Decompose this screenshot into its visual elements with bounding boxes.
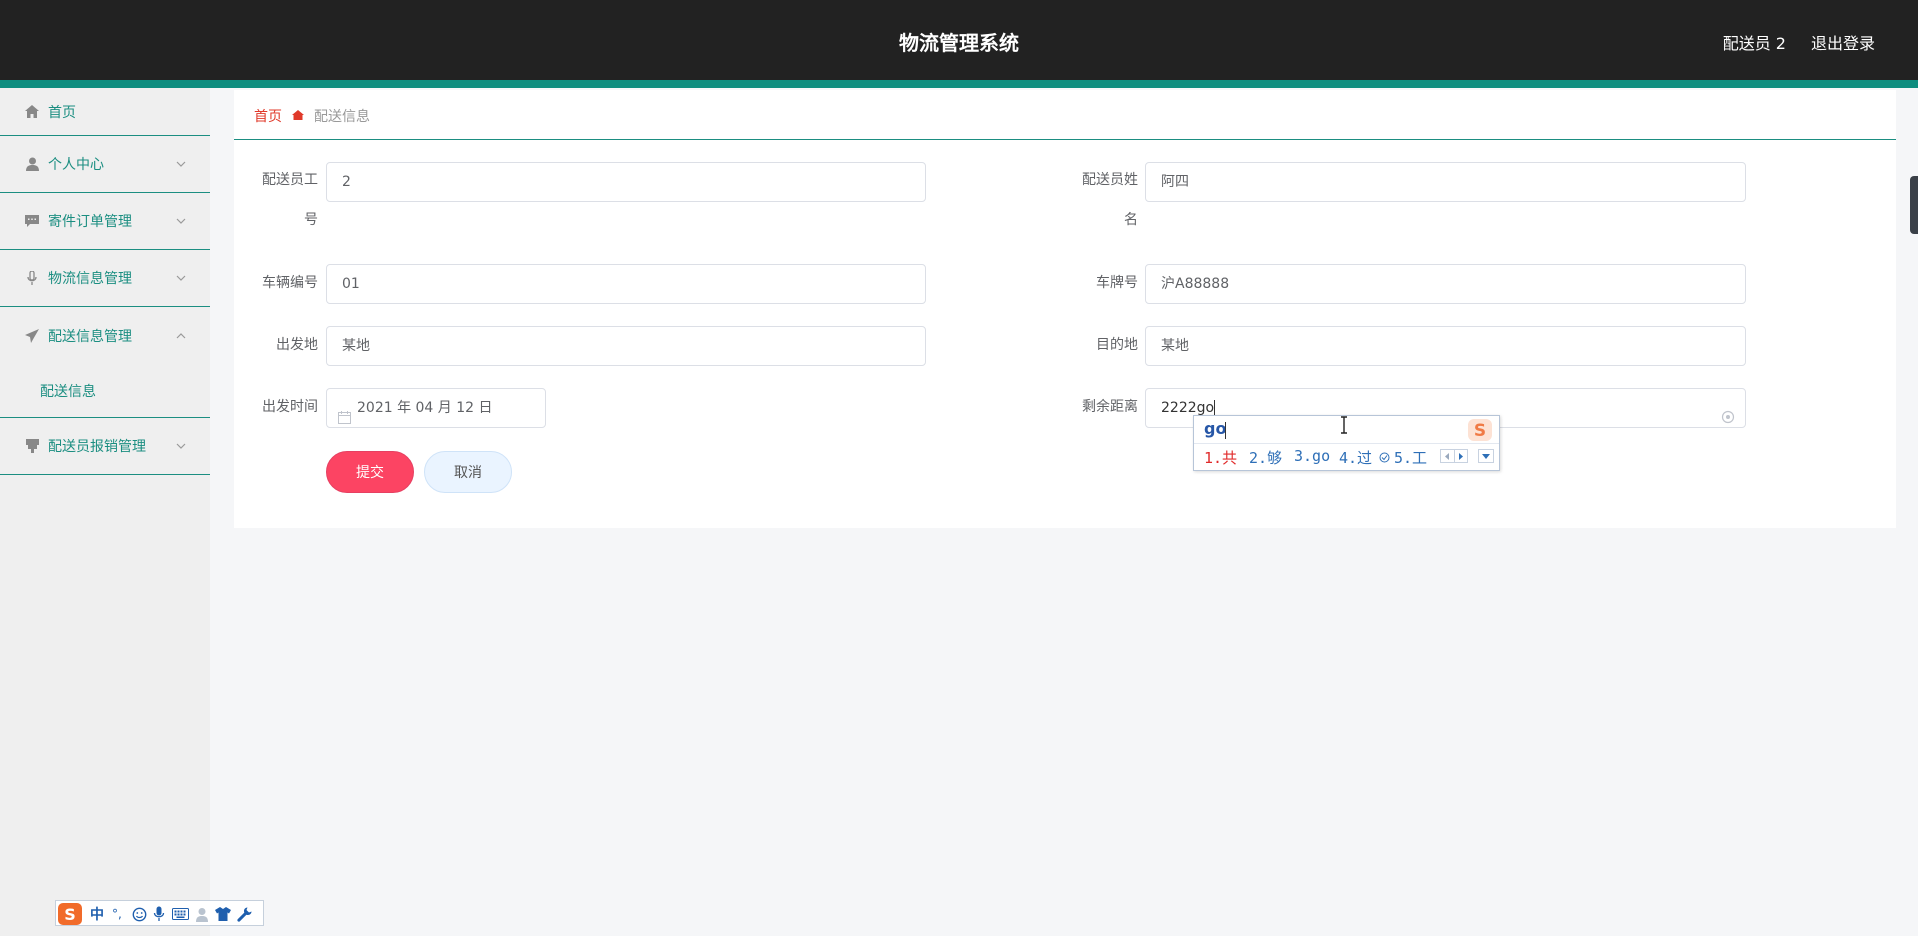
- ime-prev-page-icon[interactable]: [1441, 450, 1454, 462]
- check-circle-icon: [1379, 448, 1391, 463]
- ime-candidate[interactable]: 4.过: [1339, 447, 1372, 468]
- ime-toolbar: S 中 °,: [55, 900, 264, 926]
- user-account-icon[interactable]: [195, 904, 209, 924]
- courier-name-label: 配送员姓 名: [1082, 172, 1138, 228]
- ime-mode-toggle[interactable]: 中: [90, 904, 104, 924]
- plate-no-input[interactable]: 沪A88888: [1145, 264, 1746, 304]
- ime-candidate[interactable]: 2.够: [1249, 447, 1282, 468]
- ime-page-nav: [1440, 449, 1468, 463]
- sidebar-subitem-label: 配送信息: [40, 384, 96, 400]
- clear-icon[interactable]: [1721, 401, 1735, 424]
- submit-button[interactable]: 提交: [326, 451, 414, 493]
- chevron-down-icon: [175, 272, 187, 284]
- destination-input[interactable]: 某地: [1145, 326, 1746, 366]
- keyboard-icon[interactable]: [172, 904, 189, 924]
- remaining-distance-label: 剩余距离: [1082, 399, 1138, 415]
- text-caret: [1214, 400, 1216, 416]
- voice-input-icon[interactable]: [153, 904, 165, 924]
- sidebar-item-label: 配送员报销管理: [48, 439, 146, 455]
- chat-icon: [24, 213, 40, 229]
- ime-candidate[interactable]: 1.共: [1204, 447, 1237, 468]
- paper-plane-icon: [24, 328, 40, 344]
- courier-id-label: 配送员工 号: [262, 172, 318, 228]
- sidebar-item-label: 配送信息管理: [48, 328, 132, 345]
- ime-divider: [1194, 443, 1499, 444]
- chevron-up-icon: [175, 330, 187, 342]
- vehicle-no-label: 车辆编号: [262, 275, 318, 291]
- ime-expand-icon[interactable]: [1478, 449, 1494, 463]
- chevron-down-icon: [175, 158, 187, 170]
- sidebar-item-logistics-management[interactable]: 物流信息管理: [0, 250, 210, 307]
- origin-input[interactable]: 某地: [326, 326, 926, 366]
- header-accent-bar: [0, 80, 1918, 88]
- sidebar-item-label: 物流信息管理: [48, 271, 132, 287]
- emoji-icon[interactable]: [132, 904, 147, 924]
- sidebar-item-order-management[interactable]: 寄件订单管理: [0, 193, 210, 250]
- house-icon: [291, 107, 305, 121]
- depart-time-picker[interactable]: 2021 年 04 月 12 日: [326, 388, 546, 428]
- ime-next-page-icon[interactable]: [1453, 450, 1468, 462]
- sogou-logo-icon: S: [1467, 418, 1493, 442]
- ime-candidate[interactable]: 5.工: [1394, 447, 1427, 468]
- current-user: 配送员 2: [1722, 34, 1786, 53]
- sidebar-item-personal-center[interactable]: 个人中心: [0, 136, 210, 193]
- sidebar: 首页 个人中心 寄件订单管理 物流信息管理 配送信息管理 配送信息 配送员报销管…: [0, 88, 210, 936]
- destination-label: 目的地: [1096, 337, 1138, 353]
- sogou-logo-icon[interactable]: S: [57, 902, 83, 926]
- ime-punctuation-toggle[interactable]: °,: [112, 904, 122, 924]
- receipt-icon: [24, 438, 40, 454]
- main-panel: 首页 配送信息 配送员工 号 2 配送员姓 名 阿四 车辆编号 01 车牌号 沪…: [234, 90, 1896, 528]
- top-header: 物流管理系统 配送员 2 退出登录: [0, 0, 1918, 80]
- courier-id-input[interactable]: 2: [326, 162, 926, 202]
- calendar-icon: [338, 401, 351, 424]
- svg-text:S: S: [1474, 421, 1486, 441]
- wrench-settings-icon[interactable]: [237, 904, 252, 924]
- app-title: 物流管理系统: [899, 31, 1019, 55]
- logout-link[interactable]: 退出登录: [1811, 30, 1875, 54]
- ime-caret: [1225, 422, 1226, 439]
- breadcrumb-home[interactable]: 首页: [254, 106, 282, 126]
- microphone-icon: [24, 270, 40, 286]
- sidebar-item-home[interactable]: 首页: [0, 88, 210, 136]
- vehicle-no-input[interactable]: 01: [326, 264, 926, 304]
- user-icon: [24, 156, 40, 172]
- skin-shirt-icon[interactable]: [215, 904, 231, 924]
- ime-candidate[interactable]: 3.go: [1294, 447, 1330, 465]
- sidebar-item-label: 寄件订单管理: [48, 214, 132, 230]
- remaining-distance-value: 2222go: [1161, 400, 1215, 416]
- ime-composition: go: [1204, 419, 1227, 438]
- depart-time-label: 出发时间: [262, 399, 318, 415]
- depart-time-value: 2021 年 04 月 12 日: [357, 400, 493, 416]
- plate-no-label: 车牌号: [1096, 275, 1138, 291]
- chevron-down-icon: [175, 215, 187, 227]
- courier-name-input[interactable]: 阿四: [1145, 162, 1746, 202]
- sidebar-item-label: 个人中心: [48, 157, 104, 173]
- sidebar-item-delivery-management[interactable]: 配送信息管理: [0, 307, 210, 364]
- breadcrumb: 首页 配送信息: [234, 90, 1896, 140]
- breadcrumb-current: 配送信息: [314, 109, 370, 125]
- text-cursor-icon: [1339, 416, 1349, 434]
- chevron-down-icon: [175, 440, 187, 452]
- cancel-button[interactable]: 取消: [424, 451, 512, 493]
- svg-text:S: S: [64, 905, 76, 924]
- origin-label: 出发地: [276, 337, 318, 353]
- floating-side-widget[interactable]: [1910, 176, 1918, 234]
- sidebar-subitem-delivery-info[interactable]: 配送信息: [0, 364, 210, 418]
- home-icon: [24, 104, 40, 120]
- sidebar-item-label: 首页: [48, 104, 76, 121]
- sidebar-item-reimbursement-management[interactable]: 配送员报销管理: [0, 418, 210, 475]
